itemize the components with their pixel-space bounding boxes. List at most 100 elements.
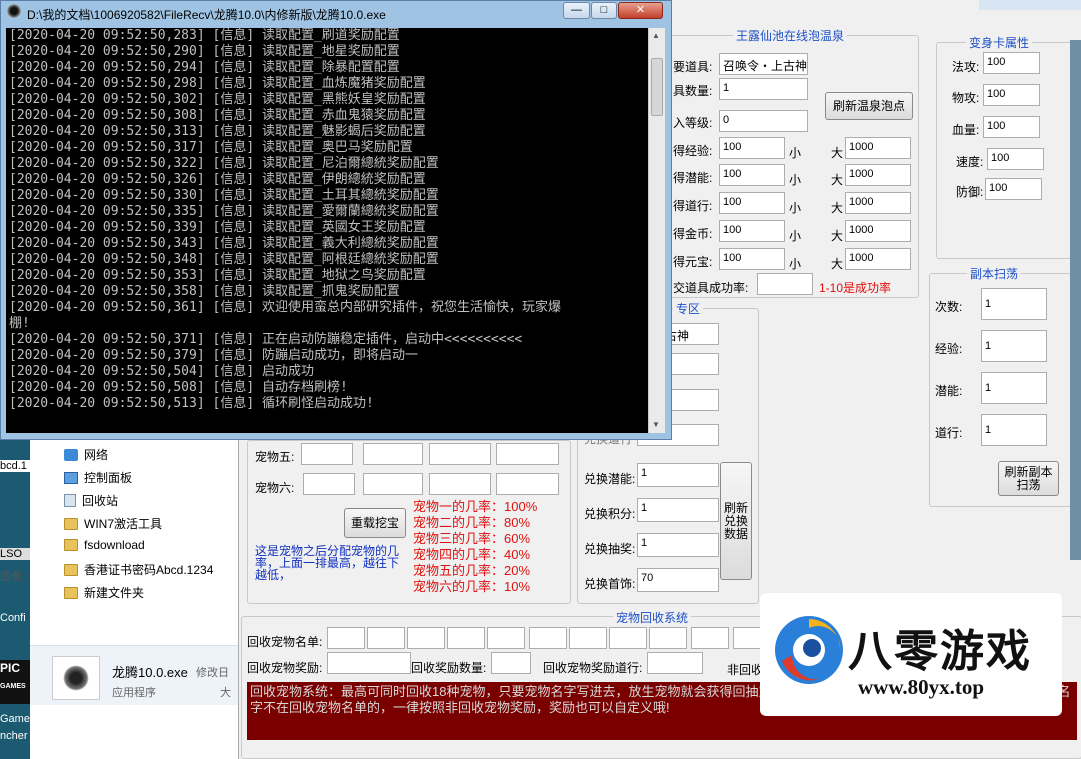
- recycle-names-label: 回收宠物名单:: [247, 635, 323, 649]
- sweep-field[interactable]: 1: [981, 414, 1047, 446]
- explorer-item[interactable]: 回收站: [64, 492, 118, 509]
- explorer-item[interactable]: 网络: [64, 446, 108, 463]
- console-app-icon: [7, 4, 21, 18]
- swirl-logo-icon: [775, 616, 843, 684]
- recycle-tao-field[interactable]: [647, 652, 703, 674]
- pet-field[interactable]: [301, 443, 353, 465]
- row-label: 得元宝:: [673, 255, 713, 269]
- pet-field[interactable]: [429, 443, 491, 465]
- close-button[interactable]: ✕: [618, 2, 663, 19]
- exchange-field[interactable]: 1: [637, 463, 719, 487]
- pet-field[interactable]: [303, 473, 355, 495]
- log-line: [2020-04-20 09:52:50,317] [信息] 读取配置_奥巴马奖…: [9, 140, 413, 155]
- pet-rates: 宠物一的几率：100% 宠物二的几率：80% 宠物三的几率：60% 宠物四的几率…: [413, 499, 537, 595]
- sweep-field[interactable]: 1: [981, 288, 1047, 320]
- log-line: [2020-04-20 09:52:50,313] [信息] 读取配置_魅影蝎后…: [9, 124, 426, 139]
- min-field[interactable]: 100: [719, 248, 785, 270]
- recycle-name-field[interactable]: [691, 627, 729, 649]
- recycle-name-field[interactable]: [487, 627, 525, 649]
- level-field[interactable]: 0: [719, 110, 808, 132]
- recycle-name-field[interactable]: [407, 627, 445, 649]
- explorer-item[interactable]: 控制面板: [64, 469, 132, 486]
- attr-field[interactable]: 100: [983, 52, 1040, 74]
- attr-field[interactable]: 100: [983, 116, 1040, 138]
- recycle-name-field[interactable]: [569, 627, 607, 649]
- pet-rate: 宠物四的几率：40%: [413, 547, 531, 562]
- recycle-name-field[interactable]: [327, 627, 365, 649]
- recycle-reward-label: 回收宠物奖励:: [247, 661, 323, 675]
- log-line: [2020-04-20 09:52:50,504] [信息] 启动成功: [9, 364, 314, 379]
- recycle-name-field[interactable]: [367, 627, 405, 649]
- rate-label: 交道具成功率:: [673, 281, 749, 295]
- recycle-tao-label: 回收宠物奖励道行:: [543, 661, 643, 675]
- refresh-exchange-button[interactable]: 刷新兑换数据: [720, 462, 752, 580]
- recycle-name-field[interactable]: [447, 627, 485, 649]
- rate-hint: 1-10是成功率: [819, 281, 892, 295]
- min-field[interactable]: 100: [719, 137, 785, 159]
- sweep-label: 道行:: [935, 426, 963, 440]
- folder-icon: [64, 517, 78, 530]
- explorer-item[interactable]: WIN7激活工具: [64, 515, 162, 532]
- exchange-field[interactable]: 1: [637, 498, 719, 522]
- max-field[interactable]: 1000: [845, 220, 911, 242]
- max-field[interactable]: 1000: [845, 137, 911, 159]
- pet-rate: 宠物三的几率：60%: [413, 531, 531, 546]
- recycle-name-field[interactable]: [649, 627, 687, 649]
- log-line: [2020-04-20 09:52:50,371] [信息] 正在启动防蹦稳定插…: [9, 332, 523, 347]
- max-field[interactable]: 1000: [845, 248, 911, 270]
- recycle-reward-field[interactable]: [327, 652, 411, 674]
- attr-field[interactable]: 100: [983, 84, 1040, 106]
- sweep-field[interactable]: 1: [981, 330, 1047, 362]
- exchange-label: 兑换积分:: [584, 507, 636, 521]
- pet-field[interactable]: [363, 473, 423, 495]
- refresh-dungeon-button[interactable]: 刷新副本扫荡: [998, 461, 1059, 496]
- attr-field[interactable]: 100: [985, 178, 1042, 200]
- desktop-text: Confi: [0, 612, 26, 624]
- scroll-up-icon[interactable]: ▲: [652, 31, 660, 40]
- attr-label: 法攻:: [952, 60, 980, 74]
- scroll-thumb[interactable]: [651, 58, 663, 116]
- min-field[interactable]: 100: [719, 220, 785, 242]
- attr-field[interactable]: 100: [987, 148, 1044, 170]
- pet-rate: 宠物一的几率：100%: [413, 499, 538, 514]
- pet-field[interactable]: [363, 443, 423, 465]
- row-label: 得潜能:: [673, 171, 713, 185]
- pet-field[interactable]: [496, 443, 559, 465]
- minimize-button[interactable]: —: [563, 2, 590, 19]
- min-field[interactable]: 100: [719, 192, 785, 214]
- log-line: [2020-04-20 09:52:50,290] [信息] 读取配置_地星奖励…: [9, 44, 400, 59]
- console-scrollbar[interactable]: ▲ ▼: [648, 28, 665, 433]
- app-icon: [52, 656, 100, 700]
- refresh-hotspring-button[interactable]: 刷新温泉泡点: [825, 92, 913, 120]
- row-label: 得金币:: [673, 227, 713, 241]
- pet-field[interactable]: [496, 473, 559, 495]
- recycle-bin-icon: [64, 494, 76, 507]
- sweep-field[interactable]: 1: [981, 372, 1047, 404]
- watermark-name: 八零游戏: [848, 627, 1032, 676]
- explorer-item[interactable]: 香港证书密码Abcd.1234: [64, 561, 213, 578]
- recycle-name-field[interactable]: [609, 627, 647, 649]
- epic-games-icon[interactable]: PIC GAMES: [0, 660, 30, 704]
- pet-field[interactable]: [429, 473, 491, 495]
- log-line: [2020-04-20 09:52:50,302] [信息] 读取配置_黑熊妖皇…: [9, 92, 426, 107]
- scroll-down-icon[interactable]: ▼: [652, 420, 660, 429]
- exchange-field[interactable]: 1: [637, 533, 719, 557]
- maximize-button[interactable]: □: [591, 2, 617, 19]
- log-line: [2020-04-20 09:52:50,335] [信息] 读取配置_愛爾蘭總…: [9, 204, 439, 219]
- qty-field[interactable]: 1: [719, 78, 808, 100]
- console-window: D:\我的文档\1006920582\FileRecv\龙腾10.0\内修新版\…: [0, 0, 672, 440]
- max-field[interactable]: 1000: [845, 192, 911, 214]
- explorer-item[interactable]: 新建文件夹: [64, 584, 144, 601]
- recycle-count-field[interactable]: [491, 652, 531, 674]
- reload-treasure-button[interactable]: 重载挖宝: [344, 508, 406, 538]
- explorer-item[interactable]: fsdownload: [64, 538, 145, 552]
- exchange-field[interactable]: 70: [637, 568, 719, 592]
- recycle-name-field[interactable]: [529, 627, 567, 649]
- min-field[interactable]: 100: [719, 164, 785, 186]
- details-pane: 龙腾10.0.exe 修改日 应用程序 大: [30, 645, 240, 705]
- small-label: 小: [789, 173, 802, 187]
- max-field[interactable]: 1000: [845, 164, 911, 186]
- log-line: [2020-04-20 09:52:50,348] [信息] 读取配置_阿根廷總…: [9, 252, 439, 267]
- rate-field[interactable]: [757, 273, 813, 295]
- item-field[interactable]: 召唤令・上古神: [719, 53, 808, 75]
